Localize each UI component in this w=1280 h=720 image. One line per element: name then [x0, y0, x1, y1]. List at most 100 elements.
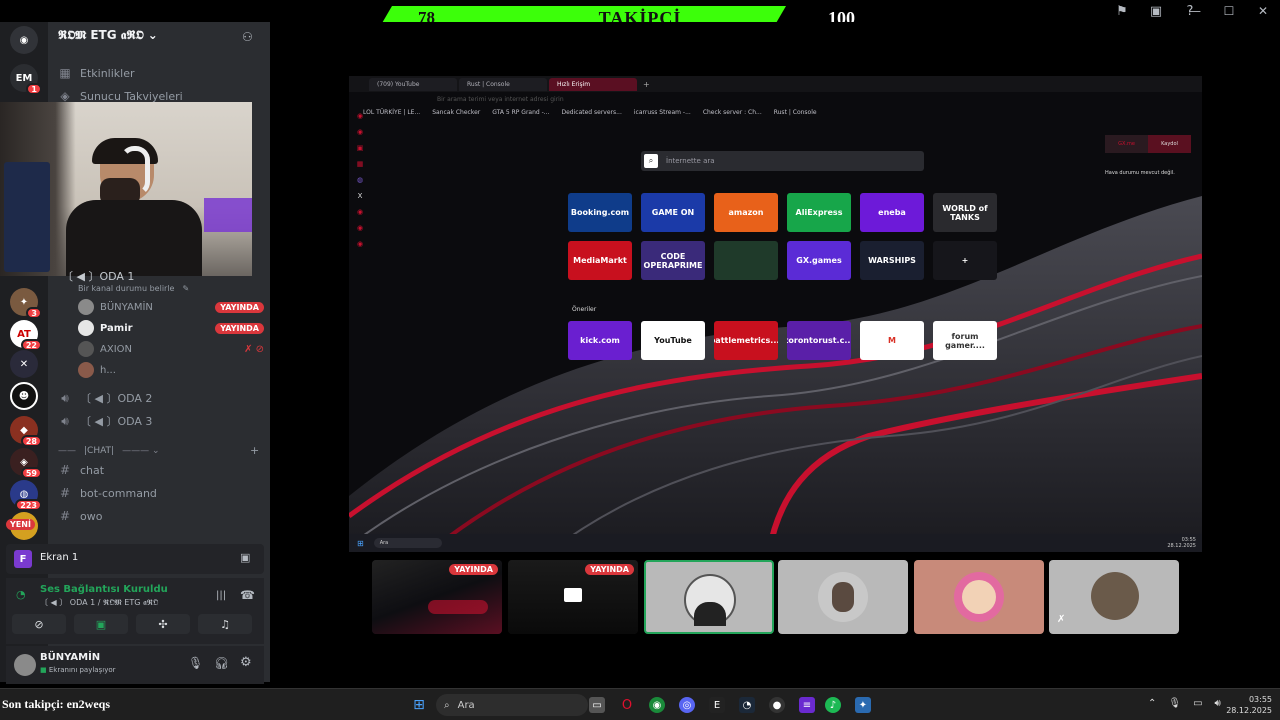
- settings-gear-icon[interactable]: ⚙: [240, 655, 252, 670]
- browser-tab[interactable]: (709) YouTube: [369, 77, 457, 91]
- stream-tile[interactable]: YAYINDA: [372, 560, 502, 634]
- inbox-icon[interactable]: ▣: [1146, 2, 1166, 20]
- speed-dial-tile[interactable]: MediaMarkt: [568, 241, 632, 280]
- bookmark[interactable]: LOL TÜRKİYE | LE...: [363, 109, 420, 116]
- speed-dial-search[interactable]: ⌕ İnternette ara: [641, 151, 924, 171]
- suggestion-tile[interactable]: battlemetrics....: [714, 321, 778, 360]
- server-icon[interactable]: ✦ 3: [10, 288, 42, 319]
- text-channel[interactable]: # bot-command: [58, 483, 157, 503]
- opera-icon[interactable]: O: [619, 697, 635, 713]
- bookmark[interactable]: Sancak Checker: [432, 109, 480, 116]
- text-channel[interactable]: # owo: [58, 506, 103, 526]
- sidebar-icon[interactable]: ◉: [357, 112, 363, 120]
- avatar[interactable]: [14, 654, 36, 676]
- headphones-icon[interactable]: 🎧︎: [214, 656, 229, 670]
- soundboard-button[interactable]: ♫: [198, 614, 252, 634]
- sidebar-icon[interactable]: ◉: [357, 240, 363, 248]
- sidebar-icon[interactable]: ▣: [357, 144, 364, 152]
- close-icon[interactable]: ✕: [1246, 0, 1280, 22]
- speed-dial-tile[interactable]: WARSHIPS: [860, 241, 924, 280]
- suggestion-tile[interactable]: kick.com: [568, 321, 632, 360]
- server-icon[interactable]: EM 1: [10, 64, 42, 95]
- signup-button[interactable]: Kaydol: [1148, 135, 1191, 153]
- voice-user-row[interactable]: Pamir YAYINDA: [78, 318, 264, 338]
- discord-home-icon[interactable]: ◉: [10, 26, 38, 54]
- server-icon[interactable]: ◆ 28: [10, 416, 42, 447]
- steam-icon[interactable]: ◔: [739, 697, 755, 713]
- speed-dial-tile[interactable]: AliExpress: [787, 193, 851, 232]
- events-item[interactable]: ▦ Etkinlikler: [58, 63, 134, 83]
- server-name-header[interactable]: 𝕽𝕺𝕸 ETG 𝖆𝕽𝕺 ⌄: [58, 28, 158, 43]
- chrome-icon[interactable]: ◉: [649, 697, 665, 713]
- speed-dial-tile[interactable]: eneba: [860, 193, 924, 232]
- voice-channel-oda2[interactable]: 🔊︎ 〔 ◀ 〕ODA 2: [58, 388, 152, 408]
- sidebar-icon[interactable]: ◉: [357, 224, 363, 232]
- maximize-icon[interactable]: ☐: [1212, 0, 1246, 22]
- disconnect-icon[interactable]: ☎: [240, 588, 255, 602]
- microphone-icon[interactable]: 🎙︎: [1168, 698, 1181, 709]
- address-bar[interactable]: Bir arama terimi veya internet adresi gi…: [437, 94, 937, 104]
- participant-tile[interactable]: [778, 560, 908, 634]
- volume-icon[interactable]: 🔊︎: [1215, 698, 1221, 709]
- screen-share-button[interactable]: ▣: [74, 614, 128, 634]
- screen-share-panel[interactable]: F Ekran 1 ▣: [6, 544, 264, 574]
- discord-icon[interactable]: ◎: [679, 697, 695, 713]
- sidebar-icon[interactable]: ▦: [357, 160, 364, 168]
- channel-status-hint[interactable]: Bir kanal durumu belirle ✎: [78, 278, 189, 298]
- obs-icon[interactable]: ●: [769, 697, 785, 713]
- speed-dial-tile[interactable]: +: [933, 241, 997, 280]
- speed-dial-tile[interactable]: [714, 241, 778, 280]
- speed-dial-tile[interactable]: GX.games: [787, 241, 851, 280]
- bookmark[interactable]: Check server : Ch...: [703, 109, 762, 116]
- sidebar-icon[interactable]: ◍: [357, 176, 363, 184]
- server-icon[interactable]: AT 22: [10, 320, 42, 351]
- epic-games-icon[interactable]: E: [709, 697, 725, 713]
- taskbar-search[interactable]: ⌕ Ara: [436, 694, 588, 716]
- participant-tile[interactable]: ✗: [1049, 560, 1179, 634]
- sidebar-icon[interactable]: X: [358, 192, 363, 200]
- server-icon[interactable]: ◈ 59: [10, 448, 42, 479]
- sidebar-icon[interactable]: ◉: [357, 128, 363, 136]
- voice-user-row[interactable]: h...: [78, 360, 264, 380]
- server-icon[interactable]: ✕: [10, 350, 38, 378]
- browser-tab-active[interactable]: Hızlı Erişim: [549, 77, 637, 91]
- suggestion-tile[interactable]: torontorust.c...: [787, 321, 851, 360]
- stream-tile[interactable]: YAYINDA: [508, 560, 638, 634]
- task-view-icon[interactable]: ▭: [589, 697, 605, 713]
- activities-button[interactable]: ✣: [136, 614, 190, 634]
- category-chat[interactable]: —— |CHAT| ——— ⌄: [58, 441, 159, 461]
- voice-user-row[interactable]: BÜNYAMİN YAYINDA: [78, 297, 264, 317]
- voice-user-row[interactable]: AXION ✗ ⊘: [78, 339, 264, 359]
- speed-dial-tile[interactable]: GAME ON: [641, 193, 705, 232]
- add-channel-icon[interactable]: +: [250, 444, 259, 457]
- app-icon[interactable]: ✦: [855, 697, 871, 713]
- app-icon[interactable]: ≡: [799, 697, 815, 713]
- sidebar-icon[interactable]: ◉: [357, 208, 363, 216]
- speed-dial-tile[interactable]: amazon: [714, 193, 778, 232]
- flag-icon[interactable]: ⚑: [1112, 2, 1132, 20]
- server-icon-active[interactable]: ☻: [10, 382, 38, 410]
- server-icon[interactable]: ◍ 223: [10, 480, 42, 511]
- speed-dial-tile[interactable]: WORLD of TANKS: [933, 193, 997, 232]
- text-channel[interactable]: # chat: [58, 460, 104, 480]
- bookmark[interactable]: GTA 5 RP Grand -...: [492, 109, 549, 116]
- suggestion-tile[interactable]: forum gamer....: [933, 321, 997, 360]
- speed-dial-tile[interactable]: Booking.com: [568, 193, 632, 232]
- network-icon[interactable]: ▭: [1193, 698, 1202, 709]
- speed-dial-tile[interactable]: CODE OPERAPRIME: [641, 241, 705, 280]
- camera-toggle-button[interactable]: ⊘: [12, 614, 66, 634]
- noise-icon[interactable]: |||: [216, 590, 226, 601]
- chevron-up-icon[interactable]: ⌃: [1148, 698, 1156, 709]
- suggestion-tile[interactable]: M: [860, 321, 924, 360]
- browser-tab[interactable]: Rust | Console: [459, 77, 547, 91]
- gx-me-button[interactable]: GX.me: [1105, 135, 1148, 153]
- bookmark[interactable]: Rust | Console: [774, 109, 817, 116]
- stop-stream-icon[interactable]: ▣: [240, 551, 250, 564]
- minimize-icon[interactable]: —: [1178, 0, 1212, 22]
- taskbar-clock[interactable]: 03:55 28.12.2025: [1226, 694, 1272, 716]
- participant-tile-speaking[interactable]: [644, 560, 774, 634]
- bookmark[interactable]: icarruss Stream -...: [634, 109, 691, 116]
- windows-start-icon[interactable]: ⊞: [411, 697, 427, 713]
- spotify-icon[interactable]: ♪: [825, 697, 841, 713]
- suggestion-tile[interactable]: YouTube: [641, 321, 705, 360]
